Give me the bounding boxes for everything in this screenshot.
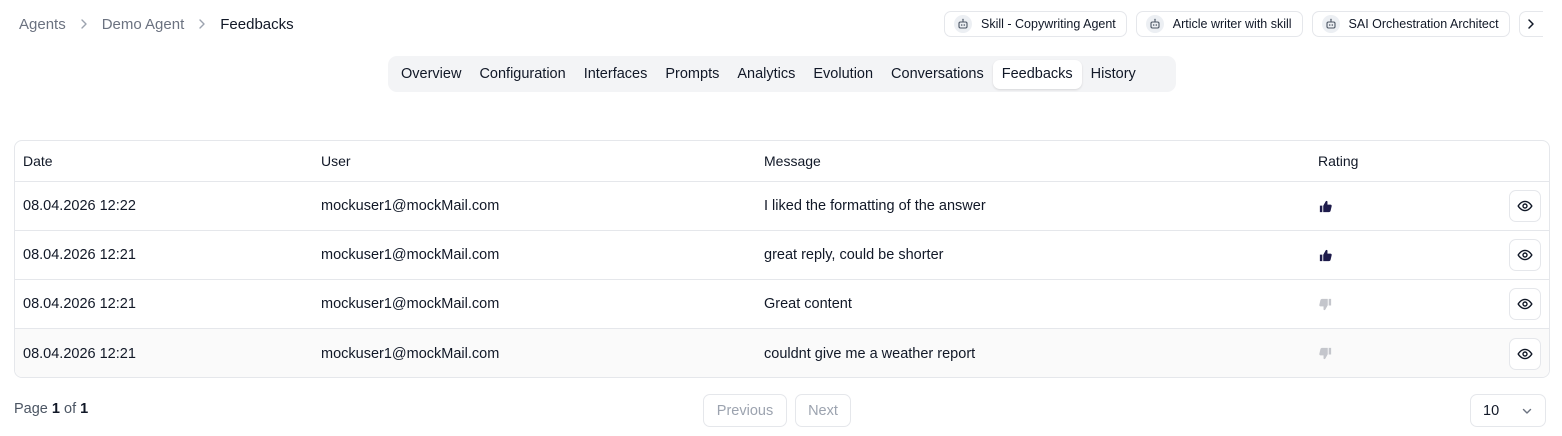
tab-overview[interactable]: Overview xyxy=(392,60,470,89)
table-row[interactable]: 08.04.2026 12:21 mockuser1@mockMail.com … xyxy=(15,231,1549,280)
thumbs-down-icon xyxy=(1318,297,1333,312)
breadcrumb-agents[interactable]: Agents xyxy=(19,16,66,33)
tab-history[interactable]: History xyxy=(1082,60,1145,89)
total-pages: 1 xyxy=(80,401,89,417)
thumbs-up-icon xyxy=(1318,248,1333,263)
thumbs-down-icon xyxy=(1318,346,1333,361)
chevron-down-icon xyxy=(1522,408,1532,414)
of-word: of xyxy=(64,401,77,417)
page-word: Page xyxy=(14,401,48,417)
chevron-right-icon xyxy=(78,18,90,30)
eye-icon xyxy=(1517,298,1533,310)
feedback-table: Date User Message Rating 08.04.2026 12:2… xyxy=(14,140,1550,378)
cell-message: I liked the formatting of the answer xyxy=(764,198,986,214)
robot-icon xyxy=(1145,15,1164,33)
tab-conversations[interactable]: Conversations xyxy=(882,60,993,89)
table-row[interactable]: 08.04.2026 12:22 mockuser1@mockMail.com … xyxy=(15,182,1549,231)
eye-icon xyxy=(1517,348,1533,359)
cell-date: 08.04.2026 12:21 xyxy=(23,247,136,263)
chips-scroll-right-button[interactable] xyxy=(1518,11,1543,37)
breadcrumb: Agents Demo Agent Feedbacks xyxy=(19,14,294,34)
column-header-rating[interactable]: Rating xyxy=(1318,153,1358,169)
table-header: Date User Message Rating xyxy=(15,141,1549,182)
tab-prompts[interactable]: Prompts xyxy=(656,60,728,89)
robot-icon xyxy=(1321,15,1340,33)
view-feedback-button[interactable] xyxy=(1509,288,1541,320)
eye-icon xyxy=(1517,249,1533,261)
current-page: 1 xyxy=(51,401,60,417)
page-size-value: 10 xyxy=(1483,402,1500,419)
cell-user: mockuser1@mockMail.com xyxy=(321,296,500,312)
cell-date: 08.04.2026 12:21 xyxy=(23,296,136,312)
cell-message: great reply, could be shorter xyxy=(764,247,944,263)
cell-message: Great content xyxy=(764,296,852,312)
agent-chip-article-writer[interactable]: Article writer with skill xyxy=(1135,11,1303,37)
tab-configuration[interactable]: Configuration xyxy=(470,60,574,89)
cell-date: 08.04.2026 12:22 xyxy=(23,198,136,214)
breadcrumb-demo-agent[interactable]: Demo Agent xyxy=(102,16,185,33)
column-header-date[interactable]: Date xyxy=(23,153,53,169)
column-header-user[interactable]: User xyxy=(321,153,351,169)
agent-chip-label: Skill - Copywriting Agent xyxy=(981,17,1116,31)
view-feedback-button[interactable] xyxy=(1509,239,1541,271)
table-row[interactable]: 08.04.2026 12:21 mockuser1@mockMail.com … xyxy=(15,329,1549,377)
cell-user: mockuser1@mockMail.com xyxy=(321,345,500,362)
chevron-right-icon xyxy=(196,18,208,30)
agent-chip-label: SAI Orchestration Architect xyxy=(1348,17,1499,31)
column-header-message[interactable]: Message xyxy=(764,153,821,169)
previous-page-button[interactable]: Previous xyxy=(703,394,787,427)
breadcrumb-feedbacks: Feedbacks xyxy=(220,15,294,33)
agent-chip-copywriting[interactable]: Skill - Copywriting Agent xyxy=(944,11,1127,37)
tab-evolution[interactable]: Evolution xyxy=(804,60,882,89)
tab-interfaces[interactable]: Interfaces xyxy=(575,60,657,89)
tab-feedbacks[interactable]: Feedbacks xyxy=(992,59,1082,89)
tab-analytics[interactable]: Analytics xyxy=(728,60,804,89)
next-page-button[interactable]: Next xyxy=(795,394,851,427)
robot-icon xyxy=(954,15,972,33)
page-size-select[interactable]: 10 xyxy=(1470,394,1546,427)
chevron-right-icon xyxy=(1528,19,1534,29)
cell-user: mockuser1@mockMail.com xyxy=(321,198,500,214)
cell-message: couldnt give me a weather report xyxy=(764,345,976,362)
cell-date: 08.04.2026 12:21 xyxy=(23,345,136,362)
view-feedback-button[interactable] xyxy=(1509,190,1541,222)
table-row[interactable]: 08.04.2026 12:21 mockuser1@mockMail.com … xyxy=(15,280,1549,329)
agent-tabs: Overview Configuration Interfaces Prompt… xyxy=(388,56,1176,92)
thumbs-up-icon xyxy=(1318,199,1333,214)
agent-chip-list: Skill - Copywriting Agent Article writer… xyxy=(944,11,1543,37)
page-indicator: Page 1 of 1 xyxy=(14,401,88,417)
view-feedback-button[interactable] xyxy=(1509,337,1541,370)
cell-user: mockuser1@mockMail.com xyxy=(321,247,500,263)
agent-chip-label: Article writer with skill xyxy=(1172,17,1292,31)
eye-icon xyxy=(1517,200,1533,212)
agent-chip-sai-orchestration[interactable]: SAI Orchestration Architect xyxy=(1311,11,1510,37)
